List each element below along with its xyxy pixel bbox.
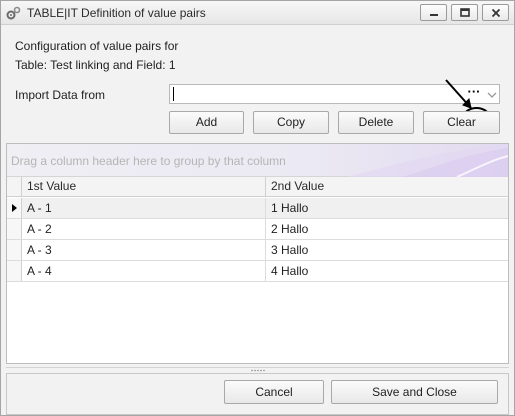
title-bar[interactable]: TABLE|IT Definition of value pairs [1, 1, 514, 25]
add-button[interactable]: Add [169, 111, 244, 134]
group-by-panel[interactable]: Drag a column header here to group by th… [7, 144, 508, 177]
decorative-swoosh [347, 144, 508, 177]
dialog-footer: Cancel Save and Close [6, 373, 509, 415]
table-row[interactable]: A - 1 1 Hallo [7, 198, 508, 219]
row-indicator [7, 240, 22, 260]
delete-button[interactable]: Delete [338, 111, 414, 134]
cell-2nd-value[interactable]: 2 Hallo [266, 219, 508, 239]
cell-2nd-value[interactable]: 4 Hallo [266, 261, 508, 281]
window-title: TABLE|IT Definition of value pairs [27, 6, 206, 20]
column-header-1st-value[interactable]: 1st Value [22, 177, 266, 197]
clear-button[interactable]: Clear [423, 111, 500, 134]
row-indicator [7, 261, 22, 281]
close-icon [491, 8, 501, 18]
table-row[interactable]: A - 2 2 Hallo [7, 219, 508, 240]
text-caret [173, 87, 174, 101]
current-row-arrow-icon [12, 204, 17, 212]
chevron-down-icon[interactable] [487, 89, 497, 99]
cell-2nd-value[interactable]: 3 Hallo [266, 240, 508, 260]
cell-1st-value[interactable]: A - 3 [22, 240, 266, 260]
table-row[interactable]: A - 4 4 Hallo [7, 261, 508, 282]
cancel-button[interactable]: Cancel [224, 380, 324, 404]
save-and-close-button[interactable]: Save and Close [331, 380, 498, 404]
dialog-window: TABLE|IT Definition of value pairs Confi… [0, 0, 515, 416]
gears-icon [6, 5, 22, 21]
cell-1st-value[interactable]: A - 2 [22, 219, 266, 239]
minimize-icon [429, 9, 439, 17]
intro-line-1: Configuration of value pairs for [15, 39, 179, 53]
grid-header: 1st Value 2nd Value [7, 177, 508, 197]
group-hint-text: Drag a column header here to group by th… [11, 154, 286, 168]
copy-button[interactable]: Copy [253, 111, 329, 134]
table-row[interactable]: A - 3 3 Hallo [7, 240, 508, 261]
import-source-input[interactable] [172, 86, 457, 102]
row-indicator-header [7, 177, 22, 197]
grip-handle-icon [251, 369, 265, 372]
row-indicator [7, 219, 22, 239]
import-label: Import Data from [15, 88, 106, 102]
cell-1st-value[interactable]: A - 1 [22, 198, 266, 218]
maximize-icon [459, 8, 470, 17]
dialog-content: Configuration of value pairs for Table: … [1, 26, 514, 415]
minimize-button[interactable] [420, 4, 447, 21]
cell-2nd-value[interactable]: 1 Hallo [266, 198, 508, 218]
maximize-button[interactable] [451, 4, 478, 21]
cell-1st-value[interactable]: A - 4 [22, 261, 266, 281]
row-indicator [7, 198, 22, 218]
column-header-2nd-value[interactable]: 2nd Value [266, 177, 508, 197]
intro-line-2: Table: Test linking and Field: 1 [15, 58, 176, 72]
value-pairs-grid: Drag a column header here to group by th… [6, 143, 509, 364]
close-button[interactable] [482, 4, 509, 21]
